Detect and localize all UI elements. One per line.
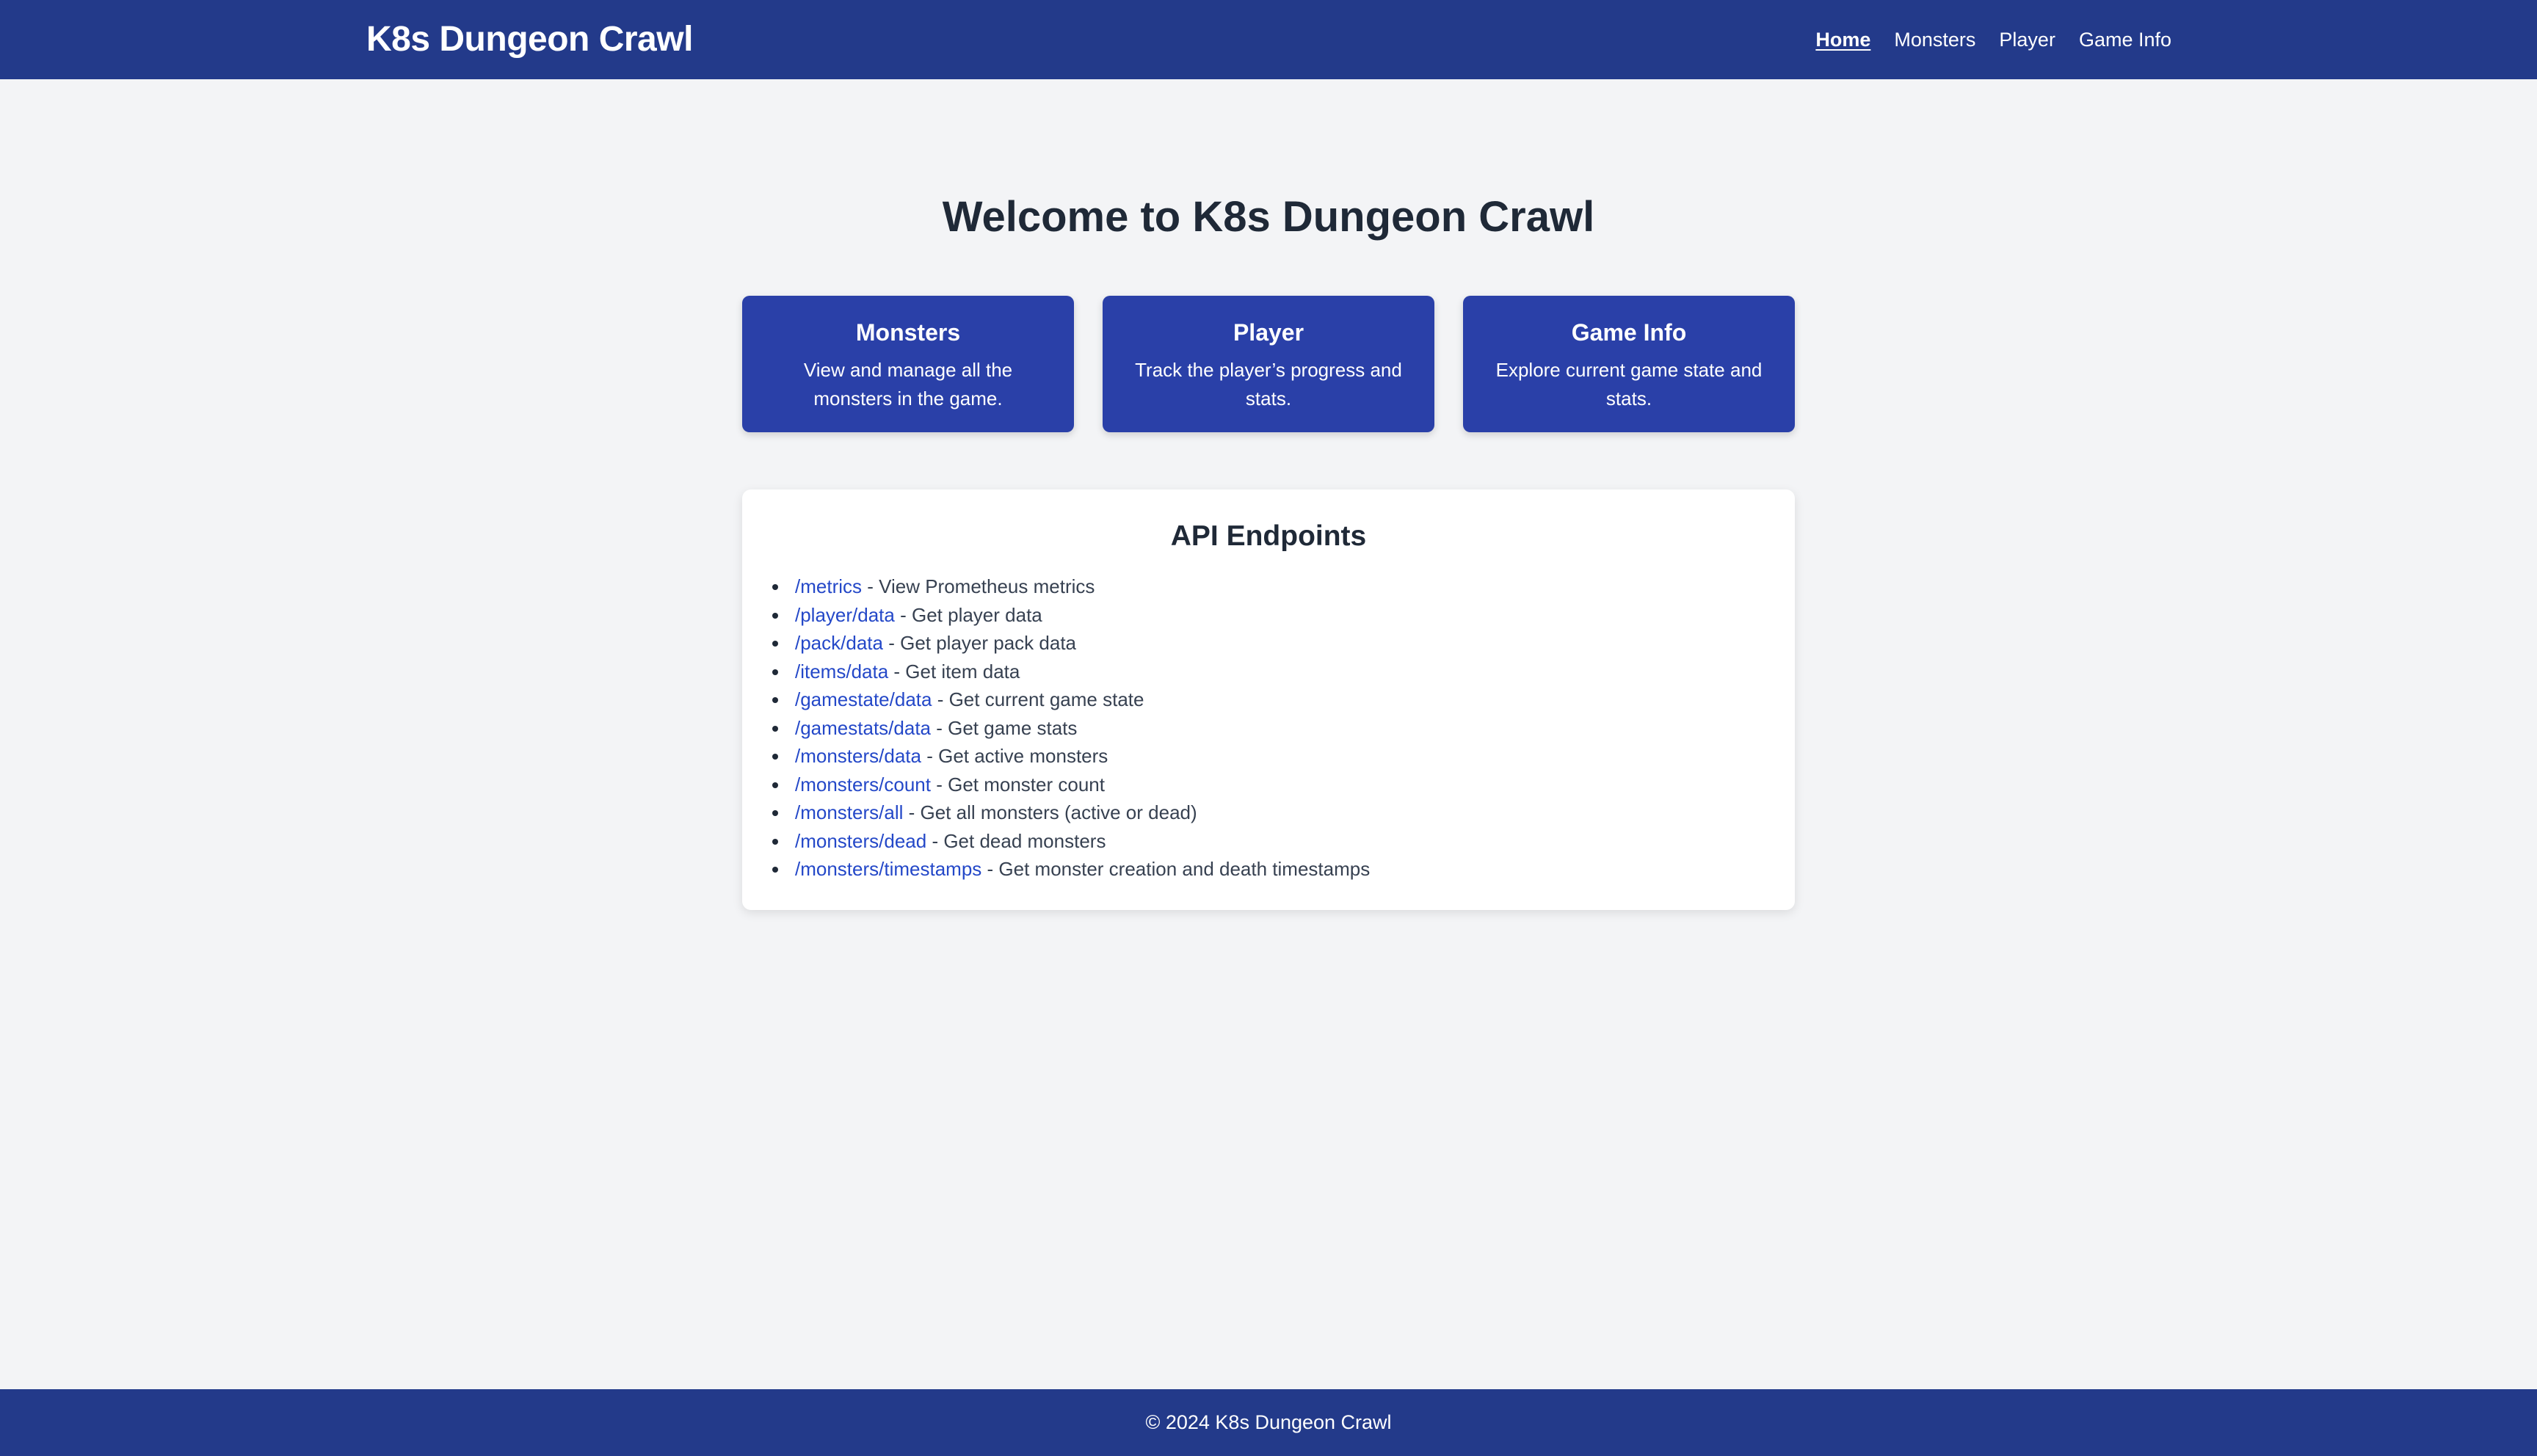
endpoint-description: - Get monster count (930, 773, 1105, 796)
endpoint-link-player-data[interactable]: /player/data (795, 604, 895, 626)
card-monsters[interactable]: Monsters View and manage all the monster… (742, 296, 1074, 432)
footer: © 2024 K8s Dungeon Crawl (0, 1389, 2537, 1456)
endpoint-item: /monsters/timestamps - Get monster creat… (772, 855, 1371, 884)
endpoint-link-gamestats-data[interactable]: /gamestats/data (795, 717, 931, 739)
endpoint-description: - Get monster creation and death timesta… (981, 858, 1371, 880)
brand-title[interactable]: K8s Dungeon Crawl (366, 18, 693, 62)
endpoint-item: /pack/data - Get player pack data (772, 629, 1370, 658)
endpoint-description: - Get player data (894, 603, 1042, 626)
api-endpoint-list: /metrics - View Prometheus metrics /play… (772, 572, 1371, 884)
card-title: Player (1233, 319, 1304, 346)
nav-link-player[interactable]: Player (1999, 26, 2055, 53)
endpoint-description: - Get current game state (932, 688, 1144, 710)
card-player[interactable]: Player Track the player’s progress and s… (1103, 296, 1434, 432)
endpoint-item: /gamestate/data - Get current game state (772, 685, 1370, 714)
feature-cards: Monsters View and manage all the monster… (742, 296, 1795, 432)
endpoint-description: - View Prometheus metrics (862, 575, 1095, 597)
endpoint-description: - Get all monsters (active or dead) (903, 801, 1197, 823)
api-endpoints-panel: API Endpoints /metrics - View Prometheus… (742, 489, 1795, 910)
endpoint-description: - Get player pack data (882, 632, 1077, 654)
endpoint-item: /monsters/dead - Get dead monsters (772, 827, 1370, 856)
endpoint-link-metrics[interactable]: /metrics (795, 575, 862, 597)
card-description: View and manage all the monsters in the … (803, 359, 1013, 410)
endpoint-link-monsters-dead[interactable]: /monsters/dead (795, 830, 926, 852)
nav-link-game-info[interactable]: Game Info (2079, 26, 2171, 53)
endpoint-item: /metrics - View Prometheus metrics (772, 572, 1370, 601)
card-description: Explore current game state and stats. (1495, 359, 1763, 410)
card-description: Track the player’s progress and stats. (1135, 359, 1402, 410)
endpoint-link-monsters-data[interactable]: /monsters/data (795, 745, 921, 767)
endpoint-link-gamestate-data[interactable]: /gamestate/data (795, 688, 932, 710)
nav-link-home[interactable]: Home (1815, 26, 1870, 53)
endpoint-link-monsters-timestamps[interactable]: /monsters/timestamps (795, 858, 981, 880)
endpoint-item: /monsters/count - Get monster count (772, 771, 1370, 799)
card-title: Monsters (855, 319, 961, 346)
endpoint-link-items-data[interactable]: /items/data (795, 660, 888, 682)
endpoint-description: - Get dead monsters (926, 829, 1106, 852)
endpoint-item: /items/data - Get item data (772, 658, 1370, 686)
nav-link-monsters[interactable]: Monsters (1894, 26, 1975, 53)
card-game-info[interactable]: Game Info Explore current game state and… (1463, 296, 1795, 432)
api-endpoints-title: API Endpoints (1170, 520, 1367, 552)
endpoint-item: /monsters/all - Get all monsters (active… (772, 798, 1370, 827)
endpoint-item: /gamestats/data - Get game stats (772, 714, 1370, 743)
endpoint-description: - Get active monsters (921, 745, 1108, 767)
endpoint-link-monsters-all[interactable]: /monsters/all (795, 801, 903, 823)
footer-copyright: © 2024 K8s Dungeon Crawl (1145, 1411, 1392, 1433)
page: K8s Dungeon Crawl Home Monsters Player G… (0, 0, 2537, 1456)
endpoint-item: /monsters/data - Get active monsters (772, 742, 1370, 771)
endpoint-item: /player/data - Get player data (772, 601, 1370, 630)
card-title: Game Info (1571, 319, 1687, 346)
page-title: Welcome to K8s Dungeon Crawl (942, 193, 1595, 241)
main-nav: Home Monsters Player Game Info (1815, 26, 2171, 53)
endpoint-description: - Get game stats (931, 716, 1078, 739)
endpoint-link-monsters-count[interactable]: /monsters/count (795, 774, 931, 796)
endpoint-link-pack-data[interactable]: /pack/data (795, 632, 883, 654)
top-header: K8s Dungeon Crawl Home Monsters Player G… (0, 0, 2537, 79)
endpoint-description: - Get item data (888, 660, 1020, 682)
